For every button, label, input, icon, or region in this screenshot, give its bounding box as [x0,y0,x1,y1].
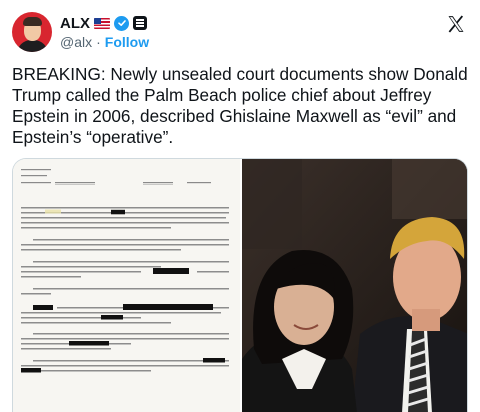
photo-image[interactable] [242,159,467,412]
follow-button[interactable]: Follow [105,34,149,50]
verified-badge-icon [114,15,129,31]
x-logo-icon[interactable] [446,14,466,34]
author-name-row: ALX [60,14,147,32]
author-display-name[interactable]: ALX [60,15,90,32]
document-image[interactable] [13,159,240,412]
avatar-hair [23,17,42,26]
author-handle-row: @alx · Follow [60,34,149,50]
author-avatar[interactable] [12,12,52,52]
photo-drawing [242,159,467,412]
post-header: ALX @alx · Follow [10,10,470,56]
post-media-grid[interactable] [12,158,468,412]
document-scan-drawing [13,159,240,412]
us-flag-icon [94,17,110,29]
avatar-shirt [17,40,48,52]
author-handle[interactable]: @alx [60,34,92,50]
separator-dot: · [96,34,101,50]
post-text: BREAKING: Newly unsealed court documents… [12,64,468,147]
affiliate-badge-icon [133,16,147,30]
